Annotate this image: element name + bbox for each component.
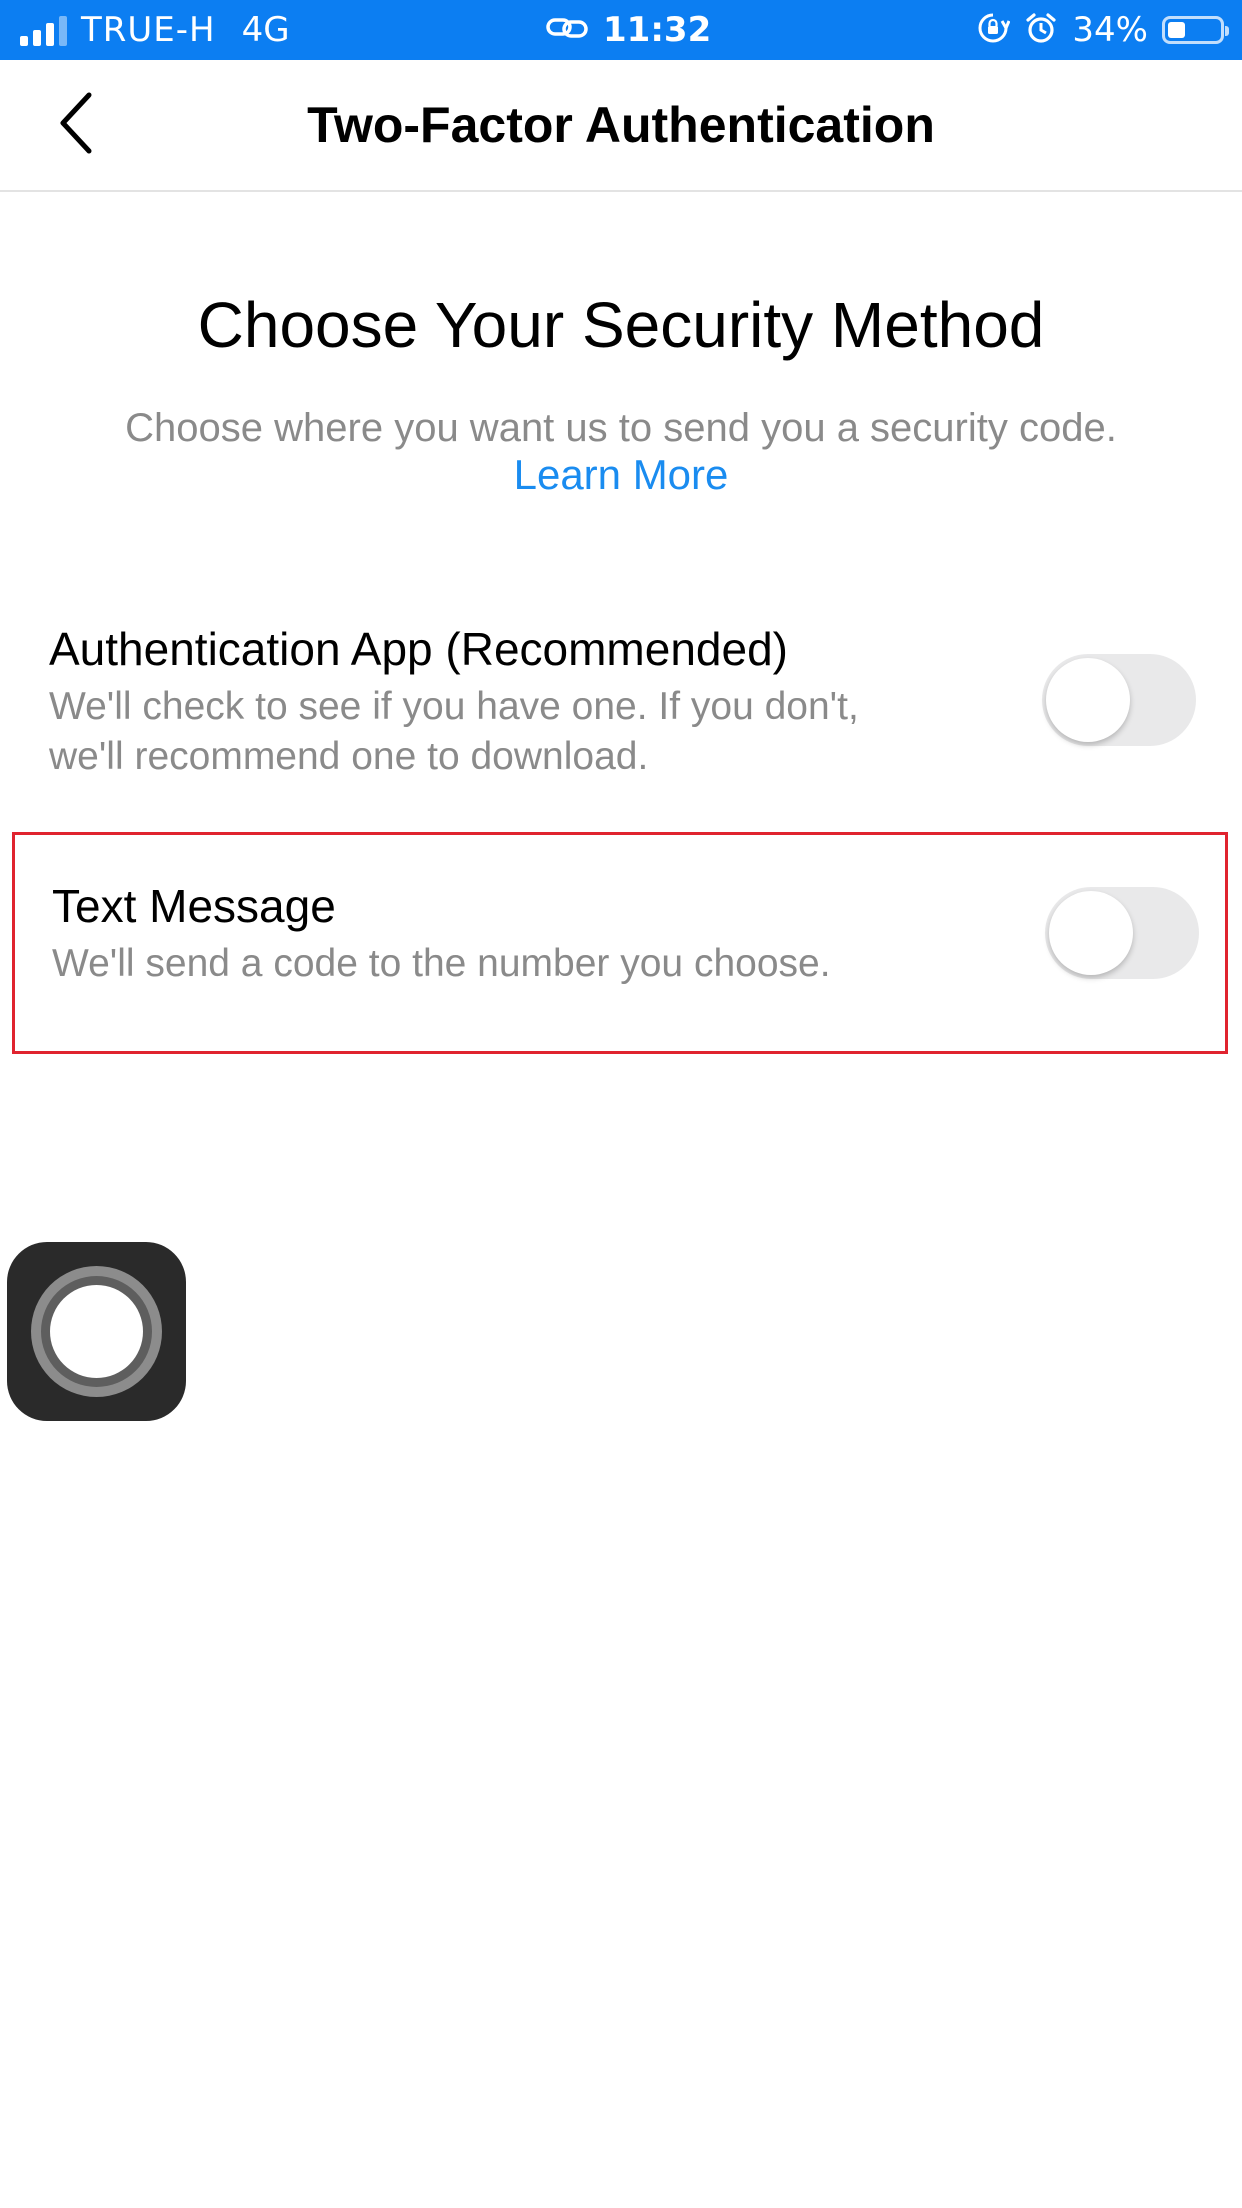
signal-icon: [20, 14, 67, 46]
option-description-line: we'll recommend one to download.: [49, 735, 649, 778]
battery-icon: [1162, 16, 1229, 44]
option-description-line: We'll check to see if you have one. If y…: [49, 685, 859, 728]
option-description: We'll check to see if you have one. If y…: [49, 682, 1009, 782]
page-title: Two-Factor Authentication: [307, 97, 935, 153]
toggle-knob: [1046, 658, 1130, 742]
option-text-message: Text Message We'll send a code to the nu…: [12, 832, 1228, 1054]
authentication-app-toggle[interactable]: [1042, 654, 1196, 746]
option-description-line: We'll send a code to the number you choo…: [52, 942, 831, 985]
network-type: 4G: [241, 10, 290, 50]
option-title: Authentication App (Recommended): [49, 623, 788, 675]
section-subtitle: Choose where you want us to send you a s…: [125, 406, 1117, 450]
option-authentication-app: Authentication App (Recommended) We'll c…: [12, 610, 1228, 800]
carrier-label: TRUE-H: [81, 10, 216, 50]
nav-bar: Two-Factor Authentication: [0, 60, 1242, 192]
assistive-touch-dot: [50, 1285, 143, 1378]
option-description: We'll send a code to the number you choo…: [52, 939, 1012, 989]
assistive-touch-icon[interactable]: [7, 1242, 186, 1421]
status-bar: TRUE-H 4G 11:32 34%: [0, 0, 1242, 60]
battery-percent: 34%: [1072, 10, 1148, 50]
option-title: Text Message: [52, 880, 336, 932]
link-icon: [545, 13, 589, 47]
section-heading: Choose Your Security Method: [197, 289, 1045, 361]
alarm-icon: [1024, 11, 1058, 49]
text-message-toggle[interactable]: [1045, 887, 1199, 979]
orientation-lock-icon: [976, 11, 1011, 49]
clock: 11:32: [603, 10, 712, 50]
toggle-knob: [1049, 891, 1133, 975]
learn-more-link[interactable]: Learn More: [0, 451, 1242, 499]
